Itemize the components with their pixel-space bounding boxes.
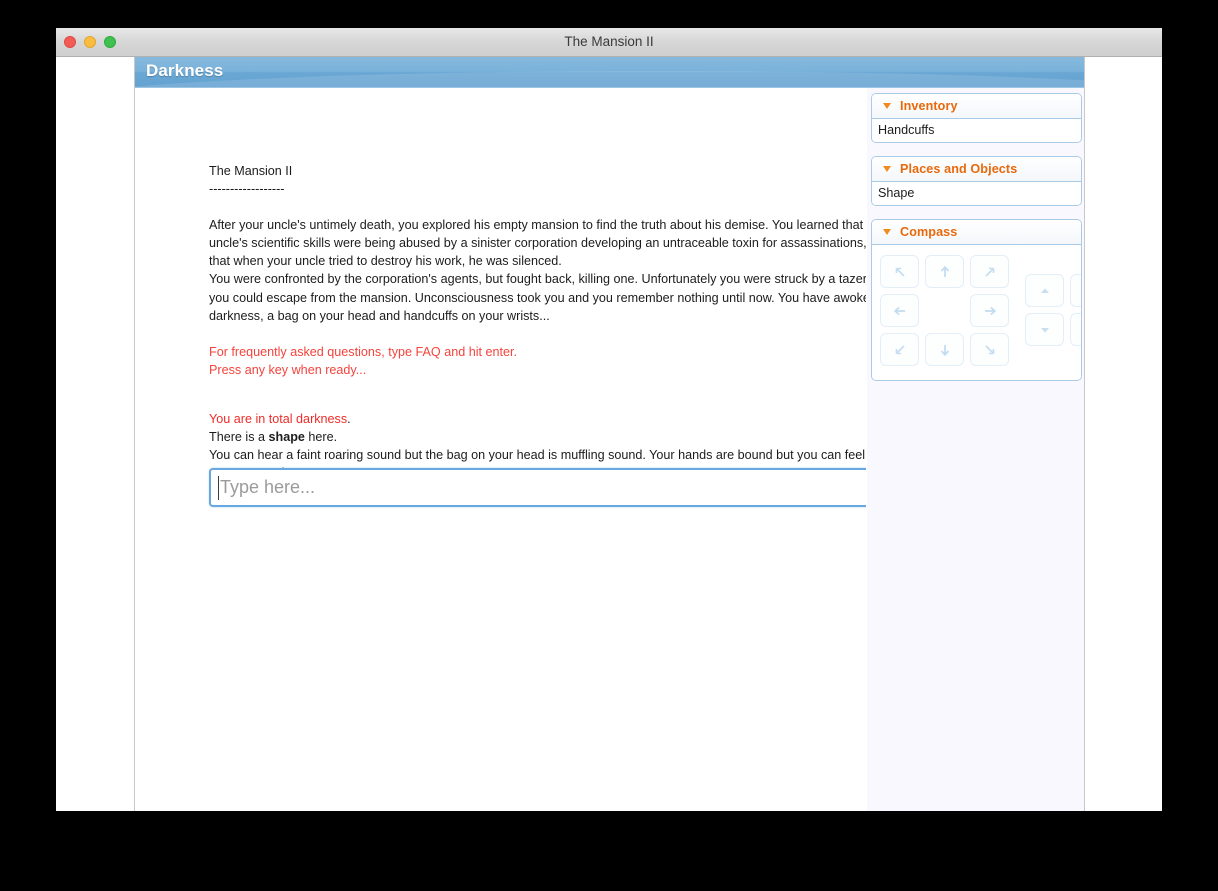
main-content: The Mansion II ------------------ After …: [135, 88, 907, 811]
story-paragraph: After your uncle's untimely death, you e…: [209, 218, 891, 269]
compass-southwest-button[interactable]: [880, 333, 919, 366]
compass-direction-grid: [880, 255, 1009, 366]
right-margin: [1085, 57, 1162, 811]
sidebar: Inventory Handcuffs Places and Objects S…: [866, 88, 1085, 811]
darkness-status-text: You are in total darkness: [209, 411, 348, 426]
ready-prompt: Press any key when ready...: [209, 362, 367, 377]
panel-places-title: Places and Objects: [900, 162, 1018, 176]
compass-southeast-button[interactable]: [970, 333, 1009, 366]
story-heading: The Mansion II: [209, 164, 293, 178]
list-item[interactable]: Shape: [872, 182, 1081, 205]
banner-decoration: [135, 71, 1085, 87]
text-caret: [218, 476, 219, 500]
page-body: Darkness The Mansion II ----------------…: [56, 57, 1162, 811]
compass-vertical-grid: in out: [1025, 274, 1081, 346]
compass-northwest-button[interactable]: [880, 255, 919, 288]
panel-inventory-title: Inventory: [900, 99, 958, 113]
shape-status-prefix: There is a: [209, 430, 269, 445]
chevron-down-icon: [883, 229, 891, 235]
page-title: Darkness: [146, 61, 224, 80]
section-banner: Darkness: [135, 57, 1085, 87]
panel-compass-title: Compass: [900, 225, 958, 239]
panel-places-header[interactable]: Places and Objects: [872, 157, 1081, 182]
shape-status-suffix: here.: [304, 430, 338, 445]
app-window: The Mansion II Darkness The Mansion II -…: [56, 28, 1162, 811]
window-title: The Mansion II: [564, 34, 654, 49]
faq-prompt: For frequently asked questions, type FAQ…: [209, 344, 518, 359]
shape-object-link[interactable]: shape: [269, 430, 305, 444]
darkness-status-period: .: [347, 411, 351, 426]
compass-in-button[interactable]: in: [1070, 274, 1081, 307]
compass-south-button[interactable]: [925, 333, 964, 366]
panel-inventory: Inventory Handcuffs: [871, 93, 1082, 143]
compass-out-button[interactable]: out: [1070, 313, 1081, 346]
chevron-down-icon: [883, 166, 891, 172]
chevron-down-icon: [883, 103, 891, 109]
compass-north-button[interactable]: [925, 255, 964, 288]
panel-places-and-objects: Places and Objects Shape: [871, 156, 1082, 206]
story-paragraph: You were confronted by the corporation's…: [209, 272, 906, 323]
compass-body: in out: [872, 245, 1081, 380]
compass-up-button[interactable]: [1025, 274, 1064, 307]
compass-west-button[interactable]: [880, 294, 919, 327]
command-input[interactable]: [209, 468, 907, 507]
command-input-wrapper: [209, 468, 907, 507]
panel-compass: Compass: [871, 219, 1082, 381]
window-titlebar: The Mansion II: [56, 28, 1162, 57]
panel-inventory-header[interactable]: Inventory: [872, 94, 1081, 119]
list-item[interactable]: Handcuffs: [872, 119, 1081, 142]
compass-down-button[interactable]: [1025, 313, 1064, 346]
darkness-status: You are in total darkness.: [209, 410, 909, 428]
compass-center-placeholder: [925, 294, 964, 327]
panel-compass-header[interactable]: Compass: [872, 220, 1081, 245]
shape-status: There is a shape here.: [209, 428, 909, 446]
story-log: The Mansion II ------------------ After …: [209, 162, 909, 482]
compass-east-button[interactable]: [970, 294, 1009, 327]
story-separator: ------------------: [209, 182, 285, 197]
compass-northeast-button[interactable]: [970, 255, 1009, 288]
